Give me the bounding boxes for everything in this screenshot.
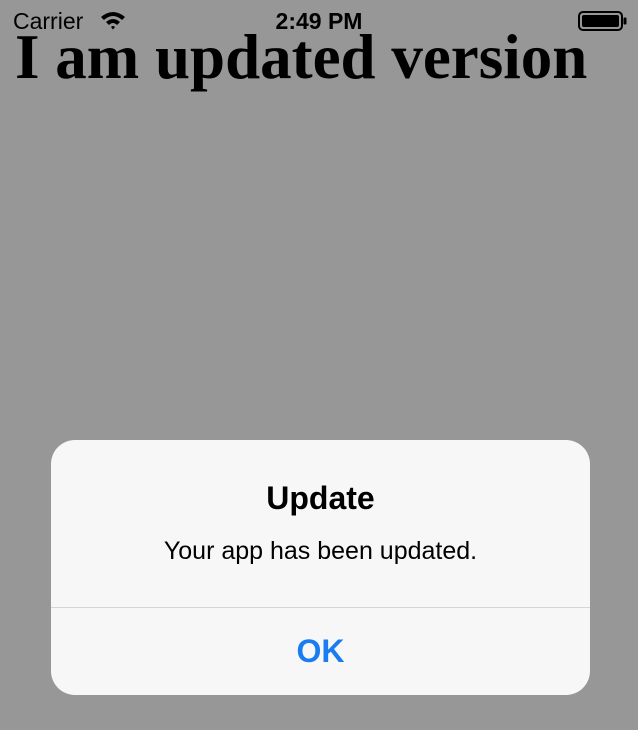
alert-title: Update — [266, 480, 375, 516]
update-alert-dialog: Update Your app has been updated. OK — [51, 440, 590, 695]
page-title: I am updated version — [15, 22, 588, 92]
ok-button[interactable]: OK — [51, 608, 590, 695]
alert-message: Your app has been updated. — [163, 537, 478, 565]
